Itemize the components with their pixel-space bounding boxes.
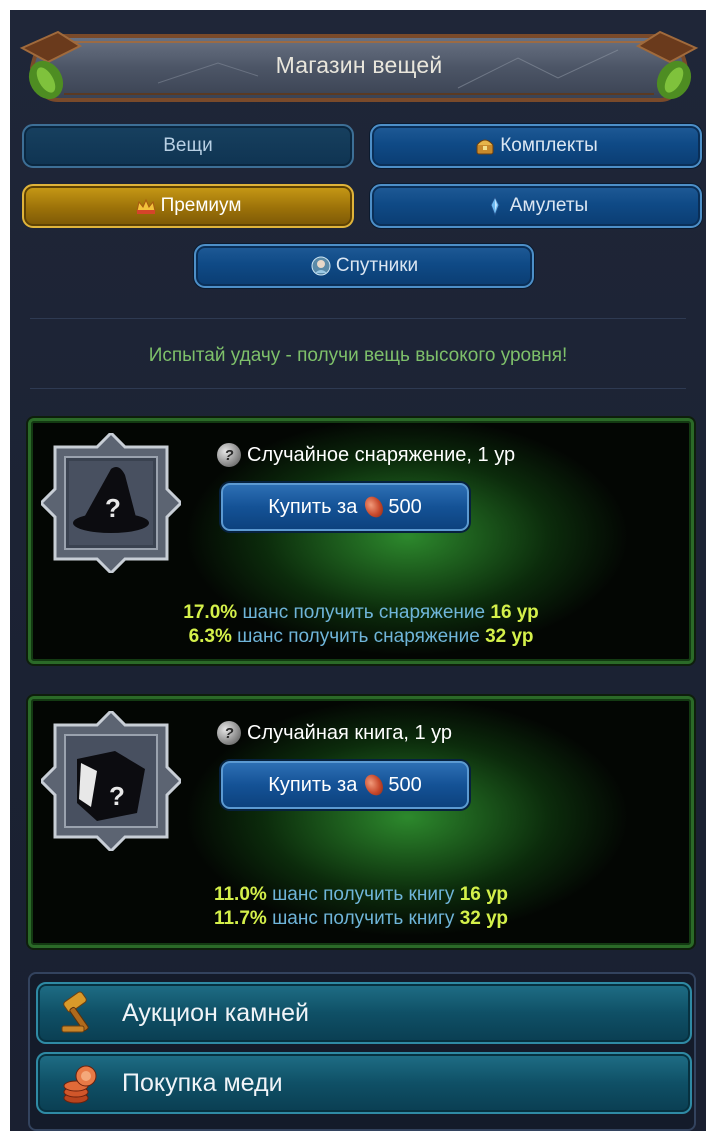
tab-amulets[interactable]: Амулеты <box>370 184 702 228</box>
copper-coins-icon <box>63 1065 97 1104</box>
item-portrait-frame: ? <box>41 433 181 573</box>
tab-label: Амулеты <box>509 195 589 216</box>
item-title: ? Случайная книга, 1 ур <box>217 721 452 745</box>
menu-item-buy-copper[interactable]: Покупка меди <box>36 1052 692 1114</box>
chance-line: 11.7% шанс получить книгу 32 ур <box>213 908 509 929</box>
item-title: ? Случайное снаряжение, 1 ур <box>217 443 515 467</box>
menu-item-gem-auction[interactable]: Аукцион камней <box>36 982 692 1044</box>
tab-label: Вещи <box>163 135 213 156</box>
chance-line: 6.3% шанс получить снаряжение 32 ур <box>188 626 534 647</box>
item-shop-window: Магазин вещей Вещи Комплекты Премиум Аму… <box>10 10 706 1131</box>
gavel-icon <box>61 991 89 1033</box>
menu-item-label: Покупка меди <box>122 1068 283 1097</box>
buy-button[interactable]: Купить за 500 <box>221 761 469 809</box>
random-item-icon: ? <box>217 721 241 745</box>
chest-icon <box>476 139 494 155</box>
tab-companions[interactable]: Спутники <box>194 244 534 288</box>
amulet-icon <box>490 195 500 217</box>
tab-sets[interactable]: Комплекты <box>370 124 702 168</box>
tab-label: Комплекты <box>500 135 598 156</box>
tab-premium[interactable]: Премиум <box>22 184 354 228</box>
buy-button[interactable]: Купить за 500 <box>221 483 469 531</box>
copper-coin-icon <box>361 771 388 799</box>
shop-item-card: ? ? Случайная книга, 1 ур Купить за 500 … <box>28 696 694 948</box>
crown-icon <box>135 198 156 214</box>
tab-label: Спутники <box>335 255 419 276</box>
svg-text:?: ? <box>109 781 125 811</box>
copper-coin-icon <box>361 493 388 521</box>
companion-icon <box>311 256 331 276</box>
divider <box>30 388 686 389</box>
chance-line: 11.0% шанс получить книгу 16 ур <box>213 884 509 905</box>
item-portrait-frame: ? <box>41 711 181 851</box>
header-banner: Магазин вещей <box>18 28 700 108</box>
shop-item-card: ? ? Случайное снаряжение, 1 ур Купить за… <box>28 418 694 664</box>
tab-label: Премиум <box>160 195 242 216</box>
menu-item-label: Аукцион камней <box>122 998 310 1027</box>
promo-text: Испытай удачу - получи вещь высокого уро… <box>148 345 568 366</box>
page-title: Магазин вещей <box>275 52 443 78</box>
random-item-icon: ? <box>217 443 241 467</box>
divider <box>30 318 686 319</box>
tab-items[interactable]: Вещи <box>22 124 354 168</box>
svg-text:?: ? <box>105 493 121 523</box>
chance-line: 17.0% шанс получить снаряжение 16 ур <box>183 602 539 623</box>
